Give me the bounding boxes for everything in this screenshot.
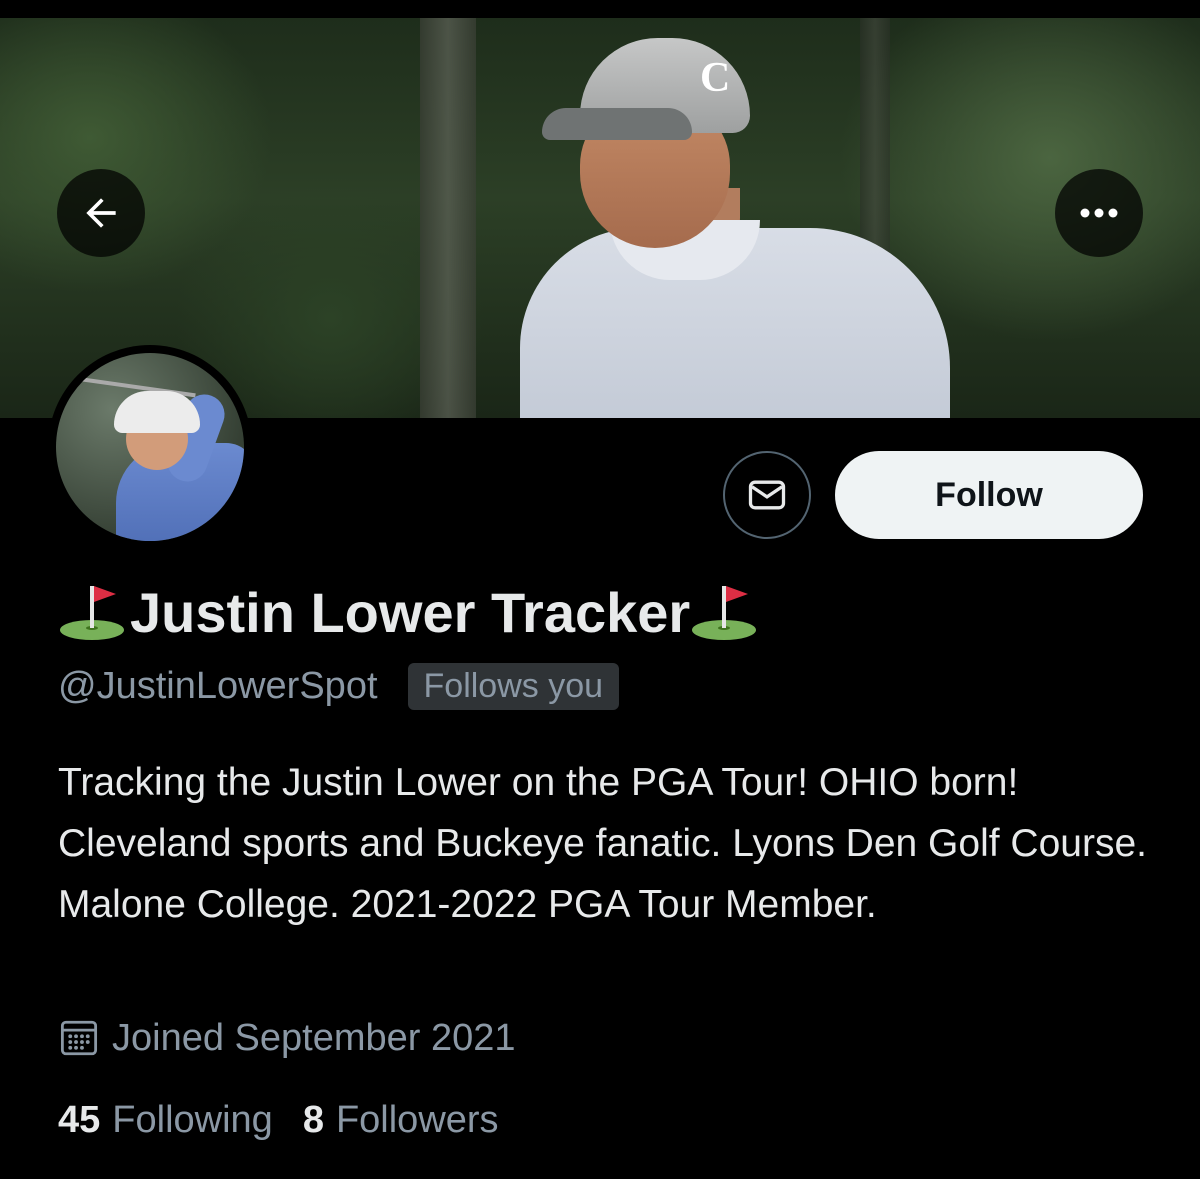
profile-avatar[interactable] — [48, 345, 252, 549]
envelope-icon — [748, 480, 786, 510]
following-label: Following — [112, 1098, 273, 1141]
follows-you-badge: Follows you — [407, 662, 620, 710]
banner-tree-trunk — [420, 18, 476, 418]
golf-flag-icon — [692, 586, 757, 640]
joined-date: Joined September 2021 — [112, 1016, 516, 1059]
handle-row: @JustinLowerSpot Follows you — [58, 660, 620, 712]
back-button[interactable] — [57, 169, 145, 257]
follow-stats: 45 Following 8 Followers — [58, 1094, 499, 1146]
message-button[interactable] — [723, 451, 811, 539]
follow-button[interactable]: Follow — [835, 451, 1143, 539]
avatar-cap — [114, 391, 200, 433]
followers-label: Followers — [335, 1098, 499, 1141]
display-name: Justin Lower Tracker — [130, 580, 691, 644]
ellipsis-icon — [1080, 208, 1118, 218]
banner-cap-brim — [542, 108, 692, 140]
joined-date-row: Joined September 2021 — [58, 1014, 516, 1062]
avatar-photo — [56, 353, 244, 541]
following-link[interactable]: 45 Following — [58, 1099, 273, 1142]
banner-golfer-figure: C — [520, 38, 960, 418]
followers-count: 8 — [302, 1098, 324, 1141]
cap-logo: C — [700, 55, 731, 101]
status-bar — [0, 0, 1200, 18]
followers-link[interactable]: 8 Followers — [303, 1099, 499, 1142]
golf-flag-icon — [60, 586, 124, 640]
calendar-icon — [60, 1020, 98, 1056]
more-options-button[interactable] — [1055, 169, 1143, 257]
profile-bio: Tracking the Justin Lower on the PGA Tou… — [58, 761, 1147, 926]
arrow-left-icon — [86, 198, 116, 228]
following-count: 45 — [58, 1098, 101, 1141]
user-handle: @JustinLowerSpot — [58, 664, 378, 707]
display-name-row: Justin Lower Tracker — [58, 574, 762, 650]
